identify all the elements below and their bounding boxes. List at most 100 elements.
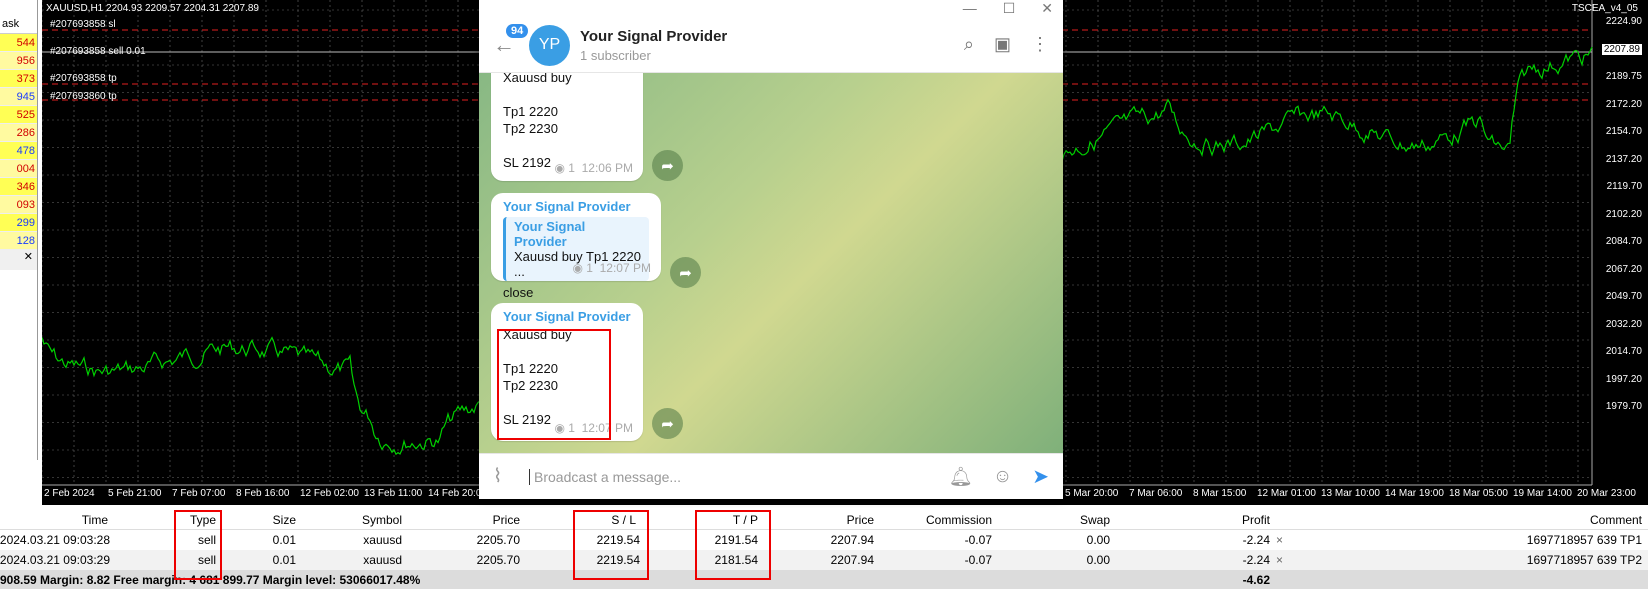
channel-name[interactable]: Your Signal Provider: [580, 28, 727, 45]
navigator-header: ✕: [0, 250, 37, 270]
price-tick-label: 2154.70: [1605, 126, 1642, 137]
col-comment[interactable]: Comment: [1590, 513, 1642, 527]
message-text: Tp2 2230: [503, 378, 558, 393]
price-tick-label: 2014.70: [1605, 346, 1642, 357]
cell-comment: 1697718957 639 TP2: [1526, 553, 1642, 567]
order-line-label: #207693858 sell 0.01: [50, 46, 146, 57]
message-time: 12:07 PM: [581, 421, 633, 435]
col-symbol[interactable]: Symbol: [362, 513, 402, 527]
maximize-icon[interactable]: ☐: [1003, 0, 1016, 18]
message-text: Tp1 2220: [503, 104, 558, 119]
market-watch-cell[interactable]: 299: [0, 214, 37, 232]
channel-header: ← 94 YP Your Signal Provider 1 subscribe…: [479, 18, 1063, 73]
close-icon[interactable]: ✕: [1041, 0, 1053, 18]
cell-price: 2205.70: [476, 533, 520, 547]
chart-title: XAUUSD,H1 2204.93 2209.57 2204.31 2207.8…: [46, 3, 259, 14]
price-tick-label: 2084.70: [1605, 236, 1642, 247]
price-tick-label: 2207.89: [1601, 43, 1642, 55]
cell-tp: 2181.54: [714, 553, 758, 567]
message-time: 12:06 PM: [581, 161, 633, 175]
market-watch-cell[interactable]: 286: [0, 124, 37, 142]
window-controls: — ☐ ✕: [479, 0, 1063, 18]
send-icon[interactable]: ➤: [1032, 464, 1049, 489]
cell-commission: -0.07: [964, 553, 992, 567]
forward-icon[interactable]: ➦: [652, 150, 683, 181]
market-watch-cell[interactable]: 945: [0, 88, 37, 106]
avatar[interactable]: YP: [529, 24, 570, 66]
col-tp[interactable]: T / P: [733, 513, 758, 527]
close-position-icon[interactable]: ×: [1276, 553, 1283, 567]
cell-type: sell: [197, 553, 216, 567]
market-watch-cell[interactable]: 093: [0, 196, 37, 214]
telegram-window[interactable]: — ☐ ✕ ← 94 YP Your Signal Provider 1 sub…: [479, 0, 1063, 499]
price-tick-label: 1979.70: [1605, 401, 1642, 412]
cell-price: 2205.70: [476, 553, 520, 567]
cell-sl: 2219.54: [596, 553, 640, 567]
table-row[interactable]: 2024.03.21 09:03:29 sell 0.01 xauusd 220…: [0, 550, 1648, 570]
price-tick-label: 2172.20: [1605, 98, 1642, 110]
cell-swap: 0.00: [1086, 533, 1110, 547]
col-time[interactable]: Time: [82, 513, 108, 527]
price-tick-label: 2119.70: [1606, 181, 1642, 192]
message-text: Tp2 2230: [503, 121, 558, 136]
table-row[interactable]: 2024.03.21 09:03:28 sell 0.01 xauusd 220…: [0, 530, 1648, 550]
message-sender[interactable]: Your Signal Provider: [503, 309, 631, 324]
market-watch-cell[interactable]: 373: [0, 70, 37, 88]
search-icon[interactable]: ⌕: [964, 34, 974, 55]
message-feed[interactable]: Xauusd buy Tp1 2220 Tp2 2230 SL 2192 ◉ 1…: [479, 73, 1063, 453]
account-summary: 908.59 Margin: 8.82 Free margin: 4 681 8…: [0, 570, 1648, 589]
cell-symbol: xauusd: [363, 553, 402, 567]
price-tick-label: 2137.20: [1605, 153, 1642, 165]
message-text: [503, 394, 631, 411]
market-watch-cell[interactable]: 346: [0, 178, 37, 196]
col-sl[interactable]: S / L: [611, 513, 636, 527]
col-profit[interactable]: Profit: [1242, 513, 1270, 527]
date-tick-label: 12 Mar 01:00: [1257, 488, 1316, 499]
date-tick-label: 13 Mar 10:00: [1321, 488, 1380, 499]
attach-icon[interactable]: ⌇: [493, 465, 519, 488]
market-watch-cell[interactable]: 956: [0, 52, 37, 70]
market-watch-header: ask: [0, 18, 37, 34]
date-tick-label: 8 Mar 15:00: [1193, 488, 1247, 499]
price-tick-label: 2067.20: [1605, 263, 1642, 275]
cell-price2: 2207.94: [830, 553, 874, 567]
quote-sender: Your Signal Provider: [514, 219, 586, 249]
market-watch-cell[interactable]: 004: [0, 160, 37, 178]
col-price2[interactable]: Price: [847, 513, 874, 527]
price-tick-label: 2189.75: [1605, 71, 1642, 82]
message-sender[interactable]: Your Signal Provider: [503, 199, 649, 214]
market-watch-cell[interactable]: 544: [0, 34, 37, 52]
message-bubble[interactable]: Your Signal Provider Your Signal Provide…: [491, 193, 661, 300]
bell-icon[interactable]: 🔔︎: [949, 465, 973, 489]
date-tick-label: 14 Mar 19:00: [1385, 488, 1444, 499]
forward-icon[interactable]: ➦: [652, 408, 683, 439]
view-count: 1: [568, 161, 575, 175]
total-profit: -4.62: [1242, 573, 1270, 587]
live-stream-icon[interactable]: ▣: [994, 34, 1011, 55]
cell-sl: 2219.54: [596, 533, 640, 547]
col-type[interactable]: Type: [190, 513, 216, 527]
cell-profit: -2.24: [1242, 533, 1270, 547]
market-watch-cell[interactable]: 525: [0, 106, 37, 124]
col-commission[interactable]: Commission: [926, 513, 992, 527]
forward-icon[interactable]: ➦: [670, 257, 701, 288]
date-tick-label: 20 Mar 23:00: [1577, 488, 1636, 499]
col-size[interactable]: Size: [273, 513, 296, 527]
order-line-label: #207693858 sl: [50, 19, 116, 30]
price-tick-label: 2102.20: [1605, 208, 1642, 220]
message-bubble[interactable]: Your Signal Provider Xauusd buy Tp1 2220…: [491, 303, 643, 441]
message-input[interactable]: Broadcast a message...: [529, 468, 929, 485]
market-watch-cell[interactable]: 128: [0, 232, 37, 250]
close-icon[interactable]: ✕: [24, 250, 33, 263]
minimize-icon[interactable]: —: [963, 0, 977, 18]
col-swap[interactable]: Swap: [1080, 513, 1110, 527]
close-position-icon[interactable]: ×: [1276, 533, 1283, 547]
cell-profit: -2.24: [1242, 553, 1270, 567]
col-price[interactable]: Price: [493, 513, 520, 527]
emoji-icon[interactable]: ☺: [993, 466, 1012, 488]
message-bubble[interactable]: Xauusd buy Tp1 2220 Tp2 2230 SL 2192 ◉ 1…: [491, 73, 643, 181]
order-line-label: #207693858 tp: [50, 73, 117, 84]
market-watch-cell[interactable]: 478: [0, 142, 37, 160]
more-menu-icon[interactable]: ⋮: [1031, 34, 1049, 55]
market-watch-panel: ask 544 956 373 945 525 286 478 004 346 093 299 128…: [0, 0, 38, 460]
